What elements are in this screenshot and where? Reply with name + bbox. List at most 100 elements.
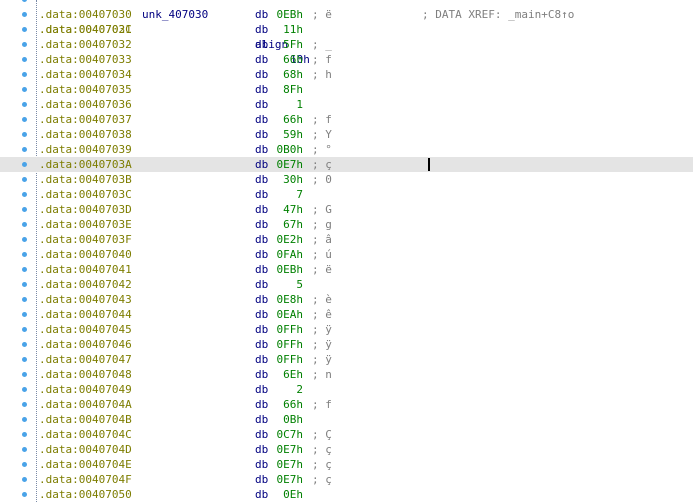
listing-row[interactable]: .data:0040703D db 47h ; G [0,202,693,217]
row-address[interactable]: .data:0040704E [39,457,132,472]
listing-row[interactable]: .data:00407040 db 0FAh ; ú [0,247,693,262]
row-operand[interactable]: 30h [273,172,303,187]
row-operand[interactable]: 8Fh [273,82,303,97]
listing-row[interactable]: .data:00407030 unk_407030 db 0EBh ; ë ; DATA … [0,7,693,22]
row-address[interactable]: .data:00407046 [39,337,132,352]
listing-row[interactable]: .data:0040704C db 0C7h ; Ç [0,427,693,442]
row-operand[interactable]: 68h [273,67,303,82]
listing-row[interactable]: .data:0040704E db 0E7h ; ç [0,457,693,472]
row-address[interactable]: .data:00407045 [39,322,132,337]
row-address[interactable]: .data:00407047 [39,352,132,367]
row-address[interactable]: .data:00407035 [39,82,132,97]
listing-row-selected[interactable]: .data:0040703A db 0E7h ; ç [0,157,693,172]
row-operand[interactable]: 0EAh [273,307,304,322]
listing-row[interactable]: .data:00407049 db 2 [0,382,693,397]
listing-row[interactable]: .data:00407038 db 59h ; Y [0,127,693,142]
listing-row[interactable]: .data:0040704D db 0E7h ; ç [0,442,693,457]
disassembly-listing[interactable]: .data:0040702C align 10h .data:00407030 u… [0,0,693,502]
listing-row[interactable]: .data:00407048 db 6Eh ; n [0,367,693,382]
row-address[interactable]: .data:0040704F [39,472,132,487]
row-address[interactable]: .data:00407040 [39,247,132,262]
row-operand[interactable]: 47h [273,202,303,217]
row-operand[interactable]: 0FFh [273,322,304,337]
row-operand[interactable]: 0EBh [273,262,304,277]
listing-row[interactable]: .data:00407034 db 68h ; h [0,67,693,82]
row-address[interactable]: .data:00407044 [39,307,132,322]
row-address[interactable]: .data:0040703F [39,232,132,247]
listing-row[interactable]: .data:00407031 db 11h [0,22,693,37]
listing-row[interactable]: .data:00407036 db 1 [0,97,693,112]
row-operand[interactable]: 0FAh [273,247,304,262]
row-operand[interactable]: 0C7h [273,427,304,442]
listing-row[interactable]: .data:00407041 db 0EBh ; ë [0,262,693,277]
listing-row-partial[interactable]: .data:0040702C align 10h [0,0,693,66]
row-operand[interactable]: 0E2h [273,232,304,247]
row-operand[interactable]: 0Eh [273,487,303,502]
listing-row[interactable]: .data:0040704A db 66h ; f [0,397,693,412]
listing-row[interactable]: .data:0040703E db 67h ; g [0,217,693,232]
row-address[interactable]: .data:0040703D [39,202,132,217]
row-operand[interactable]: 0E7h [273,442,304,457]
row-operand[interactable]: 0EBh [273,7,304,22]
row-operand[interactable]: 1 [273,97,303,112]
row-address[interactable]: .data:00407049 [39,382,132,397]
row-address[interactable]: .data:0040704A [39,397,132,412]
row-operand[interactable]: 5Fh [273,37,303,52]
row-address[interactable]: .data:0040703E [39,217,132,232]
row-operand[interactable]: 0E7h [273,457,304,472]
row-operand[interactable]: 0FFh [273,337,304,352]
row-address[interactable]: .data:00407042 [39,277,132,292]
row-address[interactable]: .data:00407030 [39,7,132,22]
row-address[interactable]: .data:00407037 [39,112,132,127]
listing-row[interactable]: .data:00407045 db 0FFh ; ÿ [0,322,693,337]
row-address[interactable]: .data:00407050 [39,487,132,502]
row-operand[interactable]: 66h [273,112,303,127]
row-operand[interactable]: 0E7h [273,157,304,172]
row-address[interactable]: .data:0040704D [39,442,132,457]
row-address[interactable]: .data:00407036 [39,97,132,112]
listing-row[interactable]: .data:0040703F db 0E2h ; â [0,232,693,247]
row-address[interactable]: .data:00407048 [39,367,132,382]
listing-row[interactable]: .data:00407032 db 5Fh ; _ [0,37,693,52]
row-operand[interactable]: 5 [273,277,303,292]
row-address[interactable]: .data:0040703B [39,172,132,187]
listing-row[interactable]: .data:00407044 db 0EAh ; ê [0,307,693,322]
row-operand[interactable]: 2 [273,382,303,397]
row-address[interactable]: .data:00407034 [39,67,132,82]
row-operand[interactable]: 66h [273,397,303,412]
row-operand[interactable]: 67h [273,217,303,232]
row-operand[interactable]: 7 [273,187,303,202]
row-address[interactable]: .data:00407041 [39,262,132,277]
row-address[interactable]: .data:00407039 [39,142,132,157]
row-operand[interactable]: 11h [273,22,303,37]
listing-row[interactable]: .data:00407039 db 0B0h ; ° [0,142,693,157]
listing-row[interactable]: .data:00407033 db 66h ; f [0,52,693,67]
row-xref-comment[interactable]: ; DATA XREF: _main+C8↑o [422,7,574,22]
listing-row[interactable]: .data:00407043 db 0E8h ; è [0,292,693,307]
listing-row[interactable]: .data:00407050 db 0Eh [0,487,693,502]
row-operand[interactable]: 0E7h [273,472,304,487]
row-operand[interactable]: 0E8h [273,292,304,307]
row-label[interactable]: unk_407030 [142,7,208,22]
listing-row[interactable]: .data:00407035 db 8Fh [0,82,693,97]
row-operand[interactable]: 59h [273,127,303,142]
listing-row[interactable]: .data:00407037 db 66h ; f [0,112,693,127]
listing-row[interactable]: .data:00407046 db 0FFh ; ÿ [0,337,693,352]
row-operand[interactable]: 0Bh [273,412,303,427]
row-address[interactable]: .data:00407031 [39,22,132,37]
row-operand[interactable]: 66h [273,52,303,67]
row-address[interactable]: .data:0040704C [39,427,132,442]
row-address[interactable]: .data:00407033 [39,52,132,67]
row-operand[interactable]: 6Eh [273,367,303,382]
listing-row[interactable]: .data:0040703B db 30h ; 0 [0,172,693,187]
listing-row[interactable]: .data:0040704F db 0E7h ; ç [0,472,693,487]
row-address[interactable]: .data:0040703C [39,187,132,202]
listing-row[interactable]: .data:0040703C db 7 [0,187,693,202]
row-address[interactable]: .data:0040703A [39,157,132,172]
row-address[interactable]: .data:0040704B [39,412,132,427]
row-operand[interactable]: 0FFh [273,352,304,367]
row-address[interactable]: .data:00407043 [39,292,132,307]
listing-row[interactable]: .data:0040704B db 0Bh [0,412,693,427]
row-address[interactable]: .data:00407038 [39,127,132,142]
row-operand[interactable]: 0B0h [273,142,304,157]
